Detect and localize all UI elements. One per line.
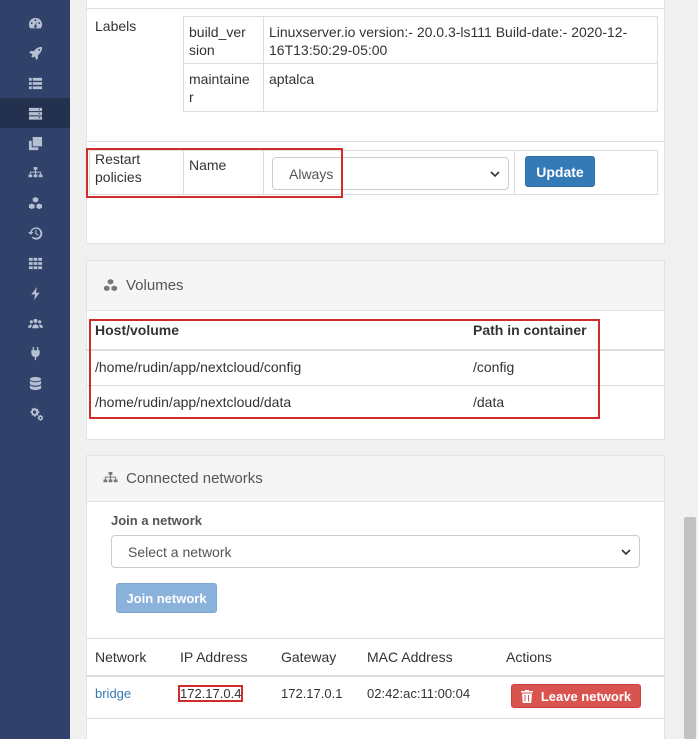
join-network-label: Join a network: [111, 513, 203, 528]
sidebar-item-list[interactable]: [0, 68, 70, 98]
label-key-build-version-wrap: sion: [189, 42, 215, 58]
networks-col-gateway: Gateway: [281, 649, 337, 665]
sidebar-item-images[interactable]: [0, 128, 70, 158]
server-icon: [28, 107, 42, 120]
sitemap-icon: [27, 166, 43, 177]
networks-header: Connected networks: [87, 456, 664, 502]
join-network-button[interactable]: Join network: [116, 583, 217, 613]
clone-icon: [28, 136, 42, 150]
dashboard-icon: [28, 17, 42, 28]
cogs-icon: [29, 407, 43, 421]
networks-panel: Connected networks Join a network Select…: [86, 455, 665, 739]
volumes-highlight: [89, 319, 600, 419]
volumes-title: Volumes: [126, 277, 184, 294]
rocket-icon: [28, 46, 42, 60]
sidebar-item-volumes[interactable]: [0, 188, 70, 218]
scrollbar-thumb[interactable]: [684, 517, 696, 739]
label-key-build-version: build_ver: [189, 24, 246, 40]
sidebar-item-stacks[interactable]: [0, 248, 70, 278]
update-restart-policy-button[interactable]: Update: [525, 156, 595, 187]
sidebar-item-functions[interactable]: [0, 278, 70, 308]
users-icon: [27, 318, 43, 328]
label-value-build-version: Linuxserver.io version:- 20.0.3-ls111 Bu…: [269, 24, 628, 40]
volumes-header: Volumes: [87, 261, 664, 311]
chevron-down-icon: [490, 170, 500, 177]
label-value-build-version-wrap: 16T13:50:29-05:00: [269, 42, 388, 58]
networks-col-actions: Actions: [506, 649, 552, 665]
networks-col-network: Network: [95, 649, 147, 665]
label-key-maintainer: maintaine: [189, 71, 250, 87]
history-icon: [27, 226, 42, 240]
network-select[interactable]: Select a network: [111, 535, 640, 568]
network-mac: 02:42:ac:11:00:04: [367, 686, 471, 701]
sidebar-item-deploy[interactable]: [0, 38, 70, 68]
sidebar-item-users[interactable]: [0, 308, 70, 338]
bolt-icon: [30, 286, 40, 300]
sidebar-item-plugins[interactable]: [0, 338, 70, 368]
chevron-down-icon: [621, 548, 631, 555]
sidebar: [0, 0, 70, 739]
network-gateway: 172.17.0.1: [281, 686, 343, 701]
sidebar-item-registries[interactable]: [0, 368, 70, 398]
restart-policies-highlight: [86, 148, 343, 198]
cubes-icon: [28, 196, 42, 209]
network-link-bridge[interactable]: bridge: [95, 686, 131, 701]
sitemap-icon: [103, 471, 118, 483]
grid-icon: [28, 257, 42, 269]
sidebar-item-settings[interactable]: [0, 398, 70, 428]
plug-icon: [30, 346, 40, 360]
database-icon: [29, 376, 41, 390]
network-select-placeholder: Select a network: [128, 543, 232, 560]
networks-col-ip: IP Address: [180, 649, 248, 665]
labels-title: Labels: [95, 18, 137, 34]
sidebar-item-dashboard[interactable]: [0, 8, 70, 38]
cubes-icon: [103, 278, 118, 292]
networks-col-mac: MAC Address: [367, 649, 453, 665]
label-key-maintainer-wrap: r: [189, 89, 194, 105]
container-details-panel: Labels build_ver sion Linuxserver.io ver…: [86, 0, 665, 244]
networks-title: Connected networks: [126, 470, 263, 487]
label-value-maintainer: aptalca: [269, 71, 315, 87]
ip-address-highlight: [178, 685, 243, 702]
list-icon: [28, 77, 42, 89]
leave-network-button[interactable]: Leave network: [511, 684, 641, 708]
sidebar-item-networks[interactable]: [0, 158, 70, 188]
sidebar-item-events[interactable]: [0, 218, 70, 248]
sidebar-item-containers[interactable]: [0, 98, 70, 128]
trash-icon: [520, 689, 533, 703]
leave-network-label: Leave network: [540, 688, 632, 704]
